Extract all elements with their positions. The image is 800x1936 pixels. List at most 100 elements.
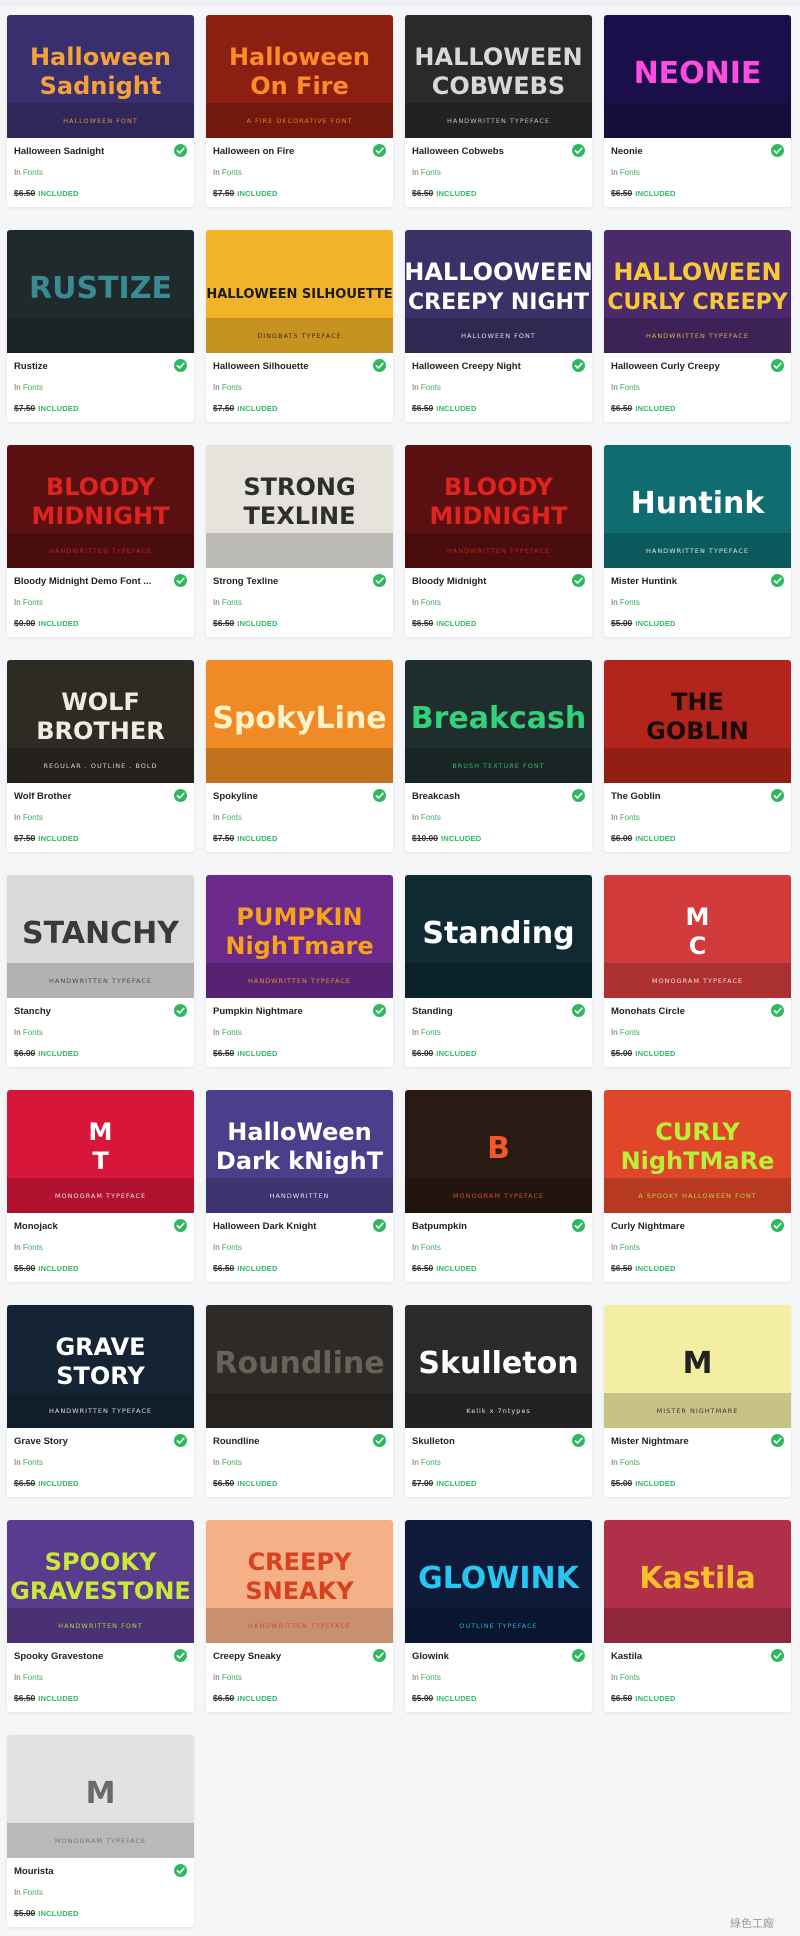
category-link[interactable]: Fonts <box>421 383 441 392</box>
product-title[interactable]: Stanchy <box>14 1006 164 1017</box>
product-title[interactable]: Halloween on Fire <box>213 146 363 157</box>
category-link[interactable]: Fonts <box>421 813 441 822</box>
product-title[interactable]: Bloody Midnight <box>412 576 562 587</box>
category-link[interactable]: Fonts <box>620 598 640 607</box>
product-thumbnail[interactable]: M MONOGRAM TYPEFACE <box>7 1735 194 1858</box>
product-thumbnail[interactable]: Skulleton Kelik x 7ntypes <box>405 1305 592 1428</box>
product-title[interactable]: Creepy Sneaky <box>213 1651 363 1662</box>
product-thumbnail[interactable]: HALLOWEEN CURLY CREEPY HANDWRITTEN TYPEFAC… <box>604 230 791 353</box>
product-title[interactable]: Kastila <box>611 1651 761 1662</box>
product-title[interactable]: Batpumpkin <box>412 1221 562 1232</box>
category-link[interactable]: Fonts <box>222 1673 242 1682</box>
product-thumbnail[interactable]: BLOODY MIDNIGHT HANDWRITTEN TYPEFACE <box>7 445 194 568</box>
category-link[interactable]: Fonts <box>421 1458 441 1467</box>
product-card[interactable]: BLOODY MIDNIGHT HANDWRITTEN TYPEFACE Bloody… <box>405 445 592 637</box>
category-link[interactable]: Fonts <box>23 1028 43 1037</box>
product-thumbnail[interactable]: HALLOWEEN SILHOUETTE DINGBATS TYPEFACE <box>206 230 393 353</box>
product-thumbnail[interactable]: Halloween On Fire A FIRE DECORATIVE FONT <box>206 15 393 138</box>
product-title[interactable]: Halloween Creepy Night <box>412 361 562 372</box>
product-title[interactable]: Monohats Circle <box>611 1006 761 1017</box>
product-title[interactable]: Halloween Silhouette <box>213 361 363 372</box>
product-thumbnail[interactable]: M T MONOGRAM TYPEFACE <box>7 1090 194 1213</box>
product-card[interactable]: NEONIE Neonie In Fonts $6.50 INCLUDED <box>604 15 791 207</box>
product-thumbnail[interactable]: SPOOKY GRAVESTONE HANDWRITTEN FONT <box>7 1520 194 1643</box>
product-title[interactable]: Pumpkin Nightmare <box>213 1006 363 1017</box>
product-thumbnail[interactable]: THE GOBLIN <box>604 660 791 783</box>
category-link[interactable]: Fonts <box>222 813 242 822</box>
product-card[interactable]: PUMPKIN NighTmare HANDWRITTEN TYPEFACE Pump… <box>206 875 393 1067</box>
category-link[interactable]: Fonts <box>620 1243 640 1252</box>
product-thumbnail[interactable]: WOLF BROTHER REGULAR . OUTLINE . BOLD <box>7 660 194 783</box>
product-card[interactable]: Standing Standing In Fonts $6.00 INCLUDED <box>405 875 592 1067</box>
product-card[interactable]: SPOOKY GRAVESTONE HANDWRITTEN FONT Spooky G… <box>7 1520 194 1712</box>
product-card[interactable]: THE GOBLIN The Goblin In Fonts $6.00 INCLUDED <box>604 660 791 852</box>
product-title[interactable]: Mister Nightmare <box>611 1436 761 1447</box>
product-title[interactable]: Glowink <box>412 1651 562 1662</box>
product-title[interactable]: Standing <box>412 1006 562 1017</box>
product-thumbnail[interactable]: HALLOOWEEN CREEPY NIGHT HALLOWEEN FONT <box>405 230 592 353</box>
product-title[interactable]: Roundline <box>213 1436 363 1447</box>
product-card[interactable]: Halloween Sadnight HALLOWEEN FONT Halloween… <box>7 15 194 207</box>
category-link[interactable]: Fonts <box>620 813 640 822</box>
product-thumbnail[interactable]: GLOWINK OUTLINE TYPEFACE <box>405 1520 592 1643</box>
category-link[interactable]: Fonts <box>23 1243 43 1252</box>
product-thumbnail[interactable]: M MISTER NIGHTMARE <box>604 1305 791 1428</box>
product-title[interactable]: Rustize <box>14 361 164 372</box>
product-thumbnail[interactable]: NEONIE <box>604 15 791 138</box>
category-link[interactable]: Fonts <box>421 168 441 177</box>
product-card[interactable]: HALLOWEEN CURLY CREEPY HANDWRITTEN TYPEFAC… <box>604 230 791 422</box>
category-link[interactable]: Fonts <box>222 598 242 607</box>
product-thumbnail[interactable]: CURLY NighTMaRe A SPOOKY HALLOWEEN FONT <box>604 1090 791 1213</box>
product-title[interactable]: Spokyline <box>213 791 363 802</box>
category-link[interactable]: Fonts <box>421 598 441 607</box>
product-card[interactable]: M T MONOGRAM TYPEFACE Monojack In Fonts $5.00… <box>7 1090 194 1282</box>
product-title[interactable]: Halloween Dark Knight <box>213 1221 363 1232</box>
category-link[interactable]: Fonts <box>23 1888 43 1897</box>
product-card[interactable]: HALLOWEEN COBWEBS HANDWRITTEN TYPEFACE Hall… <box>405 15 592 207</box>
product-card[interactable]: B MONOGRAM TYPEFACE Batpumpkin In Fonts $6.5… <box>405 1090 592 1282</box>
product-title[interactable]: Spooky Gravestone <box>14 1651 164 1662</box>
product-thumbnail[interactable]: GRAVE STORY HANDWRITTEN TYPEFACE <box>7 1305 194 1428</box>
category-link[interactable]: Fonts <box>421 1673 441 1682</box>
category-link[interactable]: Fonts <box>421 1243 441 1252</box>
category-link[interactable]: Fonts <box>421 1028 441 1037</box>
product-title[interactable]: Bloody Midnight Demo Font ... <box>14 576 164 587</box>
product-card[interactable]: Roundline Roundline In Fonts $6.50 INCLUDED <box>206 1305 393 1497</box>
product-card[interactable]: STANCHY HANDWRITTEN TYPEFACE Stanchy In Fon… <box>7 875 194 1067</box>
category-link[interactable]: Fonts <box>23 168 43 177</box>
category-link[interactable]: Fonts <box>620 168 640 177</box>
product-card[interactable]: Skulleton Kelik x 7ntypes Skulleton In Font… <box>405 1305 592 1497</box>
product-title[interactable]: Mourista <box>14 1866 164 1877</box>
product-card[interactable]: HalloWeen Dark kNighT HANDWRITTEN Halloween… <box>206 1090 393 1282</box>
product-title[interactable]: Mister Huntink <box>611 576 761 587</box>
product-title[interactable]: Strong Texline <box>213 576 363 587</box>
category-link[interactable]: Fonts <box>620 1673 640 1682</box>
product-thumbnail[interactable]: B MONOGRAM TYPEFACE <box>405 1090 592 1213</box>
product-thumbnail[interactable]: RUSTIZE <box>7 230 194 353</box>
product-title[interactable]: Curly Nightmare <box>611 1221 761 1232</box>
product-thumbnail[interactable]: BLOODY MIDNIGHT HANDWRITTEN TYPEFACE <box>405 445 592 568</box>
category-link[interactable]: Fonts <box>23 1673 43 1682</box>
product-thumbnail[interactable]: HALLOWEEN COBWEBS HANDWRITTEN TYPEFACE <box>405 15 592 138</box>
product-title[interactable]: Halloween Curly Creepy <box>611 361 761 372</box>
product-title[interactable]: Grave Story <box>14 1436 164 1447</box>
product-thumbnail[interactable]: Kastila <box>604 1520 791 1643</box>
product-card[interactable]: CREEPY SNEAKY HANDWRITTEN TYPEFACE Creepy S… <box>206 1520 393 1712</box>
product-title[interactable]: Halloween Cobwebs <box>412 146 562 157</box>
product-card[interactable]: Breakcash BRUSH TEXTURE FONT Breakcash In F… <box>405 660 592 852</box>
product-card[interactable]: HALLOWEEN SILHOUETTE DINGBATS TYPEFACE Hal… <box>206 230 393 422</box>
product-title[interactable]: Breakcash <box>412 791 562 802</box>
product-card[interactable]: SpokyLine Spokyline In Fonts $7.50 INCLUDED <box>206 660 393 852</box>
category-link[interactable]: Fonts <box>222 383 242 392</box>
category-link[interactable]: Fonts <box>620 383 640 392</box>
category-link[interactable]: Fonts <box>23 1458 43 1467</box>
product-thumbnail[interactable]: Standing <box>405 875 592 998</box>
product-title[interactable]: Neonie <box>611 146 761 157</box>
category-link[interactable]: Fonts <box>23 813 43 822</box>
product-card[interactable]: STRONG TEXLINE Strong Texline In Fonts $6.50… <box>206 445 393 637</box>
product-card[interactable]: HALLOOWEEN CREEPY NIGHT HALLOWEEN FONT Hall… <box>405 230 592 422</box>
product-thumbnail[interactable]: HalloWeen Dark kNighT HANDWRITTEN <box>206 1090 393 1213</box>
product-title[interactable]: The Goblin <box>611 791 761 802</box>
product-thumbnail[interactable]: M C MONOGRAM TYPEFACE <box>604 875 791 998</box>
product-thumbnail[interactable]: Roundline <box>206 1305 393 1428</box>
